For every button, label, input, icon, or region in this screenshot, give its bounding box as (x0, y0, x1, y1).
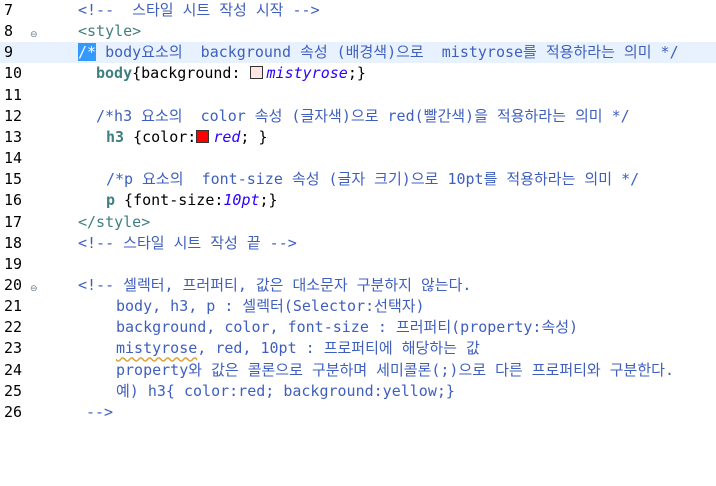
color-swatch-icon (196, 129, 210, 143)
code-line-23[interactable]: 23 mistyrose, red, 10pt : 프로퍼티에 해당하는 값 (0, 338, 716, 359)
line-number: 13 (4, 127, 23, 146)
comment-body: body요소의 background 속성 (배경색)으로 mistyrose를… (96, 43, 679, 62)
css-end: ; } (240, 127, 268, 146)
line-number: 19 (4, 254, 23, 273)
comment-text: --> (86, 402, 114, 421)
line-number: 24 (4, 360, 23, 379)
code-line-22[interactable]: 22 background, color, font-size : 프러퍼티(p… (0, 317, 716, 338)
css-value: mistyrose (266, 64, 348, 83)
line-number: 16 (4, 191, 23, 210)
line-number: 25 (4, 381, 23, 400)
css-selector: h3 (106, 127, 125, 146)
style-close-tag: </style> (78, 212, 151, 231)
code-line-25[interactable]: 25 예) h3{ color:red; background:yellow;} (0, 381, 716, 402)
code-line-10[interactable]: 10 body{background: mistyrose;} (0, 63, 716, 84)
spelling-warning[interactable]: mistyrose (116, 339, 197, 357)
code-line-16[interactable]: 16 p {font-size:10pt;} (0, 190, 716, 211)
line-number: 9 (4, 43, 14, 62)
comment-text: /*h3 요소의 color 속성 (글자색)으로 red(빨간색)을 적용하라… (96, 106, 630, 125)
comment-text: /*p 요소의 font-size 속성 (글자 크기)으로 10pt를 적용하… (106, 170, 640, 189)
css-value: 10pt (223, 191, 260, 210)
code-line-17[interactable]: 17 </style> (0, 212, 716, 233)
code-line-15[interactable]: 15 /*p 요소의 font-size 속성 (글자 크기)으로 10pt를 … (0, 169, 716, 190)
css-end: ;} (347, 64, 366, 83)
line-number: 21 (4, 297, 23, 316)
css-selector: p (106, 191, 116, 210)
line-number: 23 (4, 339, 23, 358)
css-property: {color: (124, 127, 197, 146)
code-line-14[interactable]: 14 (0, 148, 716, 169)
line-number: 15 (4, 170, 23, 189)
line-number: 18 (4, 233, 23, 252)
code-line-18[interactable]: 18 <!-- 스타일 시트 작성 끝 --> (0, 233, 716, 254)
comment-body: , red, 10pt : 프로퍼티에 해당하는 값 (197, 339, 480, 358)
code-line-9[interactable]: 9 /* body요소의 background 속성 (배경색)으로 misty… (0, 42, 716, 64)
code-line-20[interactable]: 20 ⊖ <!-- 셀렉터, 프러퍼티, 값은 대소문자 구분하지 않는다. (0, 275, 716, 296)
line-number: 17 (4, 212, 23, 231)
color-swatch-icon (249, 66, 263, 80)
css-selector: body (96, 64, 133, 83)
comment-text: <!-- 스타일 시트 작성 시작 --> (78, 1, 320, 19)
comment-text: /* body요소의 background 속성 (배경색)으로 mistyro… (78, 42, 679, 63)
line-number: 20 (4, 275, 23, 294)
code-line-19[interactable]: 19 (0, 254, 716, 275)
css-value: red (213, 127, 241, 146)
code-line-12[interactable]: 12 /*h3 요소의 color 속성 (글자색)으로 red(빨간색)을 적… (0, 106, 716, 127)
style-open-tag: <style> (78, 22, 142, 41)
line-number: 7 (4, 1, 14, 19)
comment-text: property와 값은 콜론으로 구분하며 세미콜론(;)으로 다른 프로퍼티… (116, 360, 674, 379)
code-editor[interactable]: 7 <!-- 스타일 시트 작성 시작 --> 8 ⊖ <style> 9 /*… (0, 0, 716, 423)
bracket-highlight: /* (78, 43, 97, 62)
line-number: 8 (4, 22, 14, 41)
line-number: 14 (4, 149, 23, 168)
line-number: 26 (4, 402, 23, 421)
line-number: 10 (4, 64, 23, 83)
code-line-7[interactable]: 7 <!-- 스타일 시트 작성 시작 --> (0, 0, 716, 21)
line-number: 22 (4, 318, 23, 337)
comment-text: body, h3, p : 셀렉터(Selector:선택자) (116, 297, 425, 316)
code-line-26[interactable]: 26 --> (0, 402, 716, 423)
css-end: ;} (259, 191, 278, 210)
code-line-21[interactable]: 21 body, h3, p : 셀렉터(Selector:선택자) (0, 296, 716, 317)
line-number: 11 (4, 85, 23, 104)
css-rule: h3 {color: red; } (106, 127, 268, 148)
code-line-8[interactable]: 8 ⊖ <style> (0, 21, 716, 42)
comment-text: <!-- 스타일 시트 작성 끝 --> (78, 233, 297, 252)
css-property: {background: (132, 64, 250, 83)
comment-text: mistyrose, red, 10pt : 프로퍼티에 해당하는 값 (116, 338, 480, 359)
line-number: 12 (4, 106, 23, 125)
comment-text: <!-- 셀렉터, 프러퍼티, 값은 대소문자 구분하지 않는다. (78, 275, 472, 294)
comment-text: 예) h3{ color:red; background:yellow;} (116, 381, 455, 400)
code-line-13[interactable]: 13 h3 {color: red; } (0, 127, 716, 148)
code-line-11[interactable]: 11 (0, 85, 716, 106)
comment-text: background, color, font-size : 프러퍼티(prop… (116, 318, 579, 337)
css-rule: p {font-size:10pt;} (106, 190, 278, 211)
code-line-24[interactable]: 24 property와 값은 콜론으로 구분하며 세미콜론(;)으로 다른 프… (0, 360, 716, 381)
css-rule: body{background: mistyrose;} (96, 63, 366, 84)
css-property: {font-size: (115, 191, 224, 210)
